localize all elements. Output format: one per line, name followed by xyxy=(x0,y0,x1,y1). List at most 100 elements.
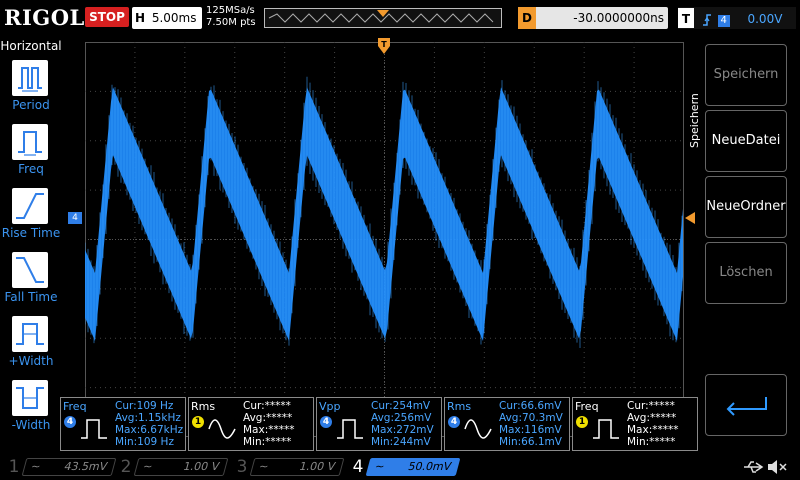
measurement-row: Max:***** xyxy=(627,424,679,436)
rise-time-label: Rise Time xyxy=(1,226,61,240)
sine-icon xyxy=(464,419,492,439)
measurement-row: Avg:***** xyxy=(627,412,679,424)
measurement-5[interactable]: Freq 1 Cur:***** Avg:***** Max:***** Min:****… xyxy=(572,397,698,451)
measurement-channel-badge: 1 xyxy=(576,416,588,428)
new-folder-button[interactable]: NeueOrdner xyxy=(705,176,787,238)
delete-button[interactable]: Löschen xyxy=(705,242,787,304)
measurement-stat-value: 1.15kHz xyxy=(137,412,181,424)
waveform-overview[interactable] xyxy=(264,8,502,28)
measurement-stat-label: Avg: xyxy=(499,412,522,424)
timebase-label: H xyxy=(134,11,146,25)
graticule xyxy=(84,42,684,437)
measurement-stat-value: 109 Hz xyxy=(136,400,174,412)
channel-settings: ~1.00 V xyxy=(249,458,345,476)
measurement-stat-value: ***** xyxy=(652,424,679,436)
channel-scale: 1.00 V xyxy=(297,460,337,473)
channel-3-tab[interactable]: 3 ~1.00 V xyxy=(232,456,345,478)
trigger-box[interactable]: T 4 0.00V xyxy=(678,7,796,29)
measurement-3[interactable]: Vpp 4 Cur:254mV Avg:256mV Max:272mV Min:244mV xyxy=(316,397,442,451)
run-stop-status[interactable]: STOP xyxy=(85,7,129,27)
save-menu: Speichern Speichern NeueDatei NeueOrdner… xyxy=(688,36,800,454)
measure-frequency-item[interactable]: Freq xyxy=(0,124,62,188)
channel-1-tab[interactable]: 1 ~43.5mV xyxy=(4,456,117,478)
overview-waveform-icon xyxy=(268,10,494,23)
measurement-stat-value: ***** xyxy=(264,400,291,412)
negative-width-label: -Width xyxy=(11,418,51,432)
measurement-stat-value: ***** xyxy=(649,412,677,424)
negative-width-icon xyxy=(12,380,48,416)
delete-button-label: Löschen xyxy=(719,265,773,280)
measurement-stat-label: Max: xyxy=(115,424,141,436)
frequency-label: Freq xyxy=(18,162,44,176)
measurement-4[interactable]: Rms 4 Cur:66.6mV Avg:70.3mV Max:116mV Min:66.… xyxy=(444,397,570,451)
measurement-stat-label: Max: xyxy=(371,424,397,436)
channel-scale: 1.00 V xyxy=(181,460,221,473)
channel-4-offset-marker[interactable]: 4 xyxy=(68,212,82,224)
timebase-box[interactable]: H 5.00ms xyxy=(132,7,202,29)
frequency-icon xyxy=(12,124,48,160)
ac-coupling-icon: ~ xyxy=(141,460,155,473)
pulse-icon xyxy=(337,419,363,439)
trigger-position-marker[interactable]: T xyxy=(378,38,390,54)
measurement-stat-value: 116mV xyxy=(524,424,562,436)
measurement-stat-value: 70.3mV xyxy=(521,412,563,424)
measure-rise-time-item[interactable]: Rise Time xyxy=(0,188,62,252)
measurement-stat-label: Cur: xyxy=(243,400,265,412)
measurement-1[interactable]: Freq 4 Cur:109 Hz Avg:1.15kHz Max:6.67kHz Min… xyxy=(60,397,186,451)
measurement-stat-value: 244mV xyxy=(393,436,431,448)
measure-positive-width-item[interactable]: +Width xyxy=(0,316,62,380)
measurement-values: Cur:***** Avg:***** Max:***** Min:***** xyxy=(243,400,295,448)
pulse-icon xyxy=(81,419,107,439)
save-menu-title: Speichern xyxy=(688,93,701,149)
measure-period-item[interactable]: Period xyxy=(0,60,62,124)
trigger-label: T xyxy=(678,8,694,28)
measure-fall-time-item[interactable]: Fall Time xyxy=(0,252,62,316)
enter-button[interactable] xyxy=(705,374,787,436)
channel-2-tab[interactable]: 2 ~1.00 V xyxy=(116,456,229,478)
measurement-stat-value: ***** xyxy=(265,436,292,448)
measurement-stat-value: 256mV xyxy=(393,412,432,424)
trigger-channel: 4 xyxy=(717,15,730,27)
measurement-stat-value: 254mV xyxy=(392,400,431,412)
measurement-channel-badge: 4 xyxy=(448,416,460,428)
measurement-row: Avg:1.15kHz xyxy=(115,412,183,424)
measurement-2[interactable]: Rms 1 Cur:***** Avg:***** Max:***** Min:***** xyxy=(188,397,314,451)
measurement-stat-label: Avg: xyxy=(371,412,394,424)
channel-scale: 43.5mV xyxy=(62,460,109,473)
measurement-row: Avg:70.3mV xyxy=(499,412,563,424)
measurement-channel-badge: 4 xyxy=(64,416,76,428)
new-file-button[interactable]: NeueDatei xyxy=(705,110,787,172)
sample-rate: 125MSa/s xyxy=(206,5,255,16)
measurement-row: Cur:***** xyxy=(627,400,679,412)
fall-time-label: Fall Time xyxy=(4,290,58,304)
measurement-stat-label: Cur: xyxy=(371,400,393,412)
speaker-muted-icon[interactable] xyxy=(766,458,788,476)
svg-text:T: T xyxy=(381,40,387,49)
waveform-display[interactable] xyxy=(84,42,684,437)
measurement-stat-label: Avg: xyxy=(627,412,650,424)
measure-negative-width-item[interactable]: -Width xyxy=(0,380,62,444)
measurement-stat-label: Max: xyxy=(627,424,653,436)
measurement-stat-label: Min: xyxy=(499,436,522,448)
enter-icon xyxy=(726,397,767,416)
delay-value: -30.0000000ns xyxy=(573,11,664,25)
delay-box[interactable]: D -30.0000000ns xyxy=(518,7,668,29)
measurement-stat-value: 66.6mV xyxy=(520,400,562,412)
measurement-stat-label: Min: xyxy=(627,436,650,448)
measurement-row: Min:109 Hz xyxy=(115,436,183,448)
new-file-button-label: NeueDatei xyxy=(711,133,781,148)
measurement-row: Min:66.1mV xyxy=(499,436,563,448)
measurement-stat-value: ***** xyxy=(648,400,675,412)
channel-4-tab[interactable]: 4 ~50.0mV xyxy=(348,456,461,478)
channel-settings: ~1.00 V xyxy=(133,458,229,476)
measurement-row: Min:244mV xyxy=(371,436,434,448)
measurement-stat-label: Avg: xyxy=(115,412,138,424)
measurement-values: Cur:254mV Avg:256mV Max:272mV Min:244mV xyxy=(371,400,434,448)
rising-edge-icon xyxy=(702,12,716,26)
measurement-stat-label: Max: xyxy=(243,424,269,436)
measurement-channel-badge: 4 xyxy=(320,416,332,428)
save-button[interactable]: Speichern xyxy=(705,44,787,106)
acquisition-info: 125MSa/s 7.50M pts xyxy=(206,5,256,29)
memory-depth: 7.50M pts xyxy=(206,17,256,28)
measurement-stat-label: Cur: xyxy=(627,400,649,412)
